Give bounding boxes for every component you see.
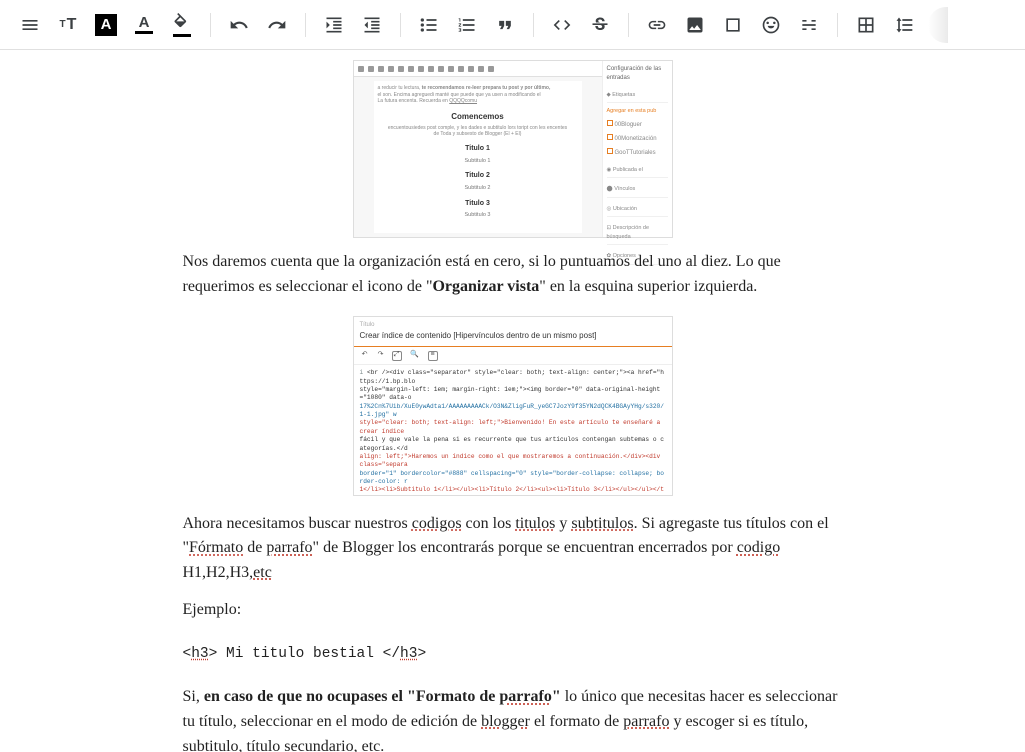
undo-icon[interactable] <box>221 7 257 43</box>
numbered-list-icon[interactable] <box>449 7 485 43</box>
video-icon[interactable] <box>715 7 751 43</box>
image-icon[interactable] <box>677 7 713 43</box>
link-icon[interactable] <box>639 7 675 43</box>
quote-icon[interactable] <box>487 7 523 43</box>
embedded-screenshot-1: a reducir tu lectura, te recomendamos re… <box>353 60 673 238</box>
line-height-icon[interactable] <box>886 7 922 43</box>
editor-content[interactable]: a reducir tu lectura, te recomendamos re… <box>0 50 1025 752</box>
editor-toolbar: TT A A <box>0 0 1025 50</box>
fill-color-icon[interactable] <box>164 7 200 43</box>
hr-icon[interactable] <box>791 7 827 43</box>
emoji-icon[interactable] <box>753 7 789 43</box>
separator <box>210 13 211 37</box>
text-size-icon[interactable]: TT <box>50 7 86 43</box>
text-bg-icon[interactable]: A <box>88 7 124 43</box>
text-color-icon[interactable]: A <box>126 7 162 43</box>
paragraph-alternative: Si, en caso de que no ocupases el "Forma… <box>183 685 843 752</box>
overflow-more[interactable] <box>928 7 948 43</box>
separator <box>400 13 401 37</box>
redo-icon[interactable] <box>259 7 295 43</box>
indent-decrease-icon[interactable] <box>354 7 390 43</box>
strikethrough-icon[interactable] <box>582 7 618 43</box>
bullet-list-icon[interactable] <box>411 7 447 43</box>
separator <box>837 13 838 37</box>
table-icon[interactable] <box>848 7 884 43</box>
code-example: <h3> Mi titulo bestial </h3> <box>183 643 843 665</box>
code-icon[interactable] <box>544 7 580 43</box>
menu-icon[interactable] <box>12 7 48 43</box>
embedded-screenshot-2: Título Crear índice de contenido [Hiperv… <box>353 316 673 496</box>
indent-increase-icon[interactable] <box>316 7 352 43</box>
paragraph-search-codes: Ahora necesitamos buscar nuestros codigo… <box>183 512 843 586</box>
example-label: Ejemplo: <box>183 598 843 623</box>
separator <box>533 13 534 37</box>
separator <box>628 13 629 37</box>
separator <box>305 13 306 37</box>
paragraph-organize: Nos daremos cuenta que la organización e… <box>183 250 843 300</box>
